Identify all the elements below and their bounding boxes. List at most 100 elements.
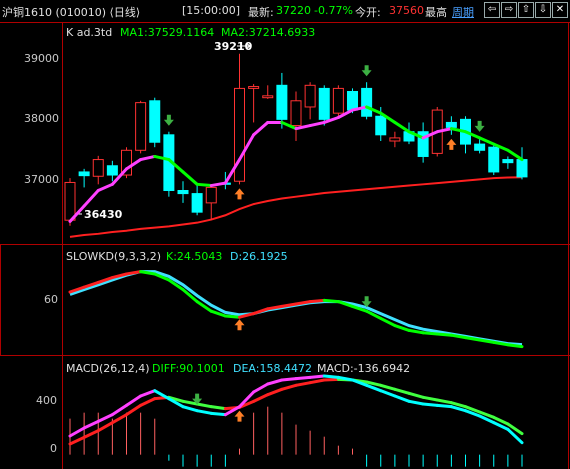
- kd-k-line-segment: [506, 343, 524, 349]
- candle: [516, 147, 528, 180]
- macd-dea-line-segment: [125, 403, 143, 417]
- y-label-38000: 38000: [24, 112, 59, 125]
- candle: [502, 156, 514, 169]
- kd-d-line: [69, 270, 523, 347]
- ma2-line-segment: [308, 120, 326, 128]
- candle: [488, 144, 500, 176]
- macd-diff-line-segment: [96, 413, 114, 423]
- macd-diff-line-segment: [421, 402, 439, 407]
- up-arrow-icon: [234, 188, 245, 200]
- down-arrow-icon: [163, 114, 174, 126]
- up-arrow-icon: [446, 138, 457, 150]
- macd-diff-line-segment: [266, 378, 284, 386]
- macd-diff-line-segment: [209, 411, 227, 417]
- candle: [177, 181, 189, 203]
- candle: [276, 72, 288, 129]
- candle: [318, 85, 330, 126]
- candle-body: [205, 186, 217, 204]
- y-label-39000: 39000: [24, 52, 59, 65]
- candle-body: [318, 87, 330, 120]
- ma2-line-segment: [506, 148, 524, 162]
- ma2-line-segment: [181, 170, 199, 186]
- macd-dea-line-segment: [68, 435, 86, 446]
- candle: [135, 100, 147, 154]
- long-ma-line: [69, 176, 523, 238]
- candle-body: [135, 102, 147, 151]
- candle-body: [92, 159, 104, 177]
- macd-dea-line-segment: [322, 377, 340, 382]
- macd-diff-line-segment: [435, 403, 453, 409]
- macd-diff-line-segment: [181, 405, 199, 413]
- candle-body: [488, 146, 500, 173]
- macd-y-label-0: 0: [50, 442, 57, 455]
- candle-body: [78, 171, 90, 177]
- candle: [191, 184, 203, 216]
- ma2-line-segment: [478, 136, 496, 146]
- candle-body: [106, 165, 118, 176]
- macd-dea-line-segment: [195, 402, 213, 409]
- candle-body: [276, 84, 288, 120]
- candle-body: [389, 137, 401, 142]
- macd-y-label-400: 400: [36, 394, 57, 407]
- ma2-line-segment: [252, 120, 270, 137]
- macd-diff-line-segment: [308, 374, 326, 379]
- kd-k-line-segment: [223, 314, 241, 319]
- macd-diff-line-segment: [322, 374, 340, 379]
- main-panel-plot: [64, 53, 528, 238]
- macd-diff-line-segment: [280, 377, 298, 382]
- kd-d-legend: D:26.1925: [230, 250, 288, 263]
- macd-diff-line-segment: [252, 382, 270, 394]
- up-arrow-icon: [234, 410, 245, 422]
- macd-diff-line-segment: [139, 389, 157, 398]
- macd-diff-line-segment: [125, 394, 143, 407]
- macd-panel-plot: [68, 374, 524, 467]
- candle: [78, 168, 90, 188]
- candle-body: [149, 100, 161, 143]
- macd-dea-line-segment: [379, 383, 397, 391]
- kd-k-line-segment: [421, 331, 439, 336]
- ma1-legend: MA1:37529.1164: [120, 26, 214, 39]
- up-arrow-icon: [234, 319, 245, 331]
- candle: [205, 185, 217, 221]
- macd-dea-line-segment: [82, 429, 100, 439]
- chart-area[interactable]: K ad.3td MA1:37529.1164 MA2:37214.6933 3…: [0, 0, 570, 469]
- macd-value-legend: MACD:-136.6942: [317, 362, 410, 375]
- macd-diff-line-segment: [379, 389, 397, 398]
- macd-dea-line-segment: [266, 387, 284, 397]
- candle-body: [347, 91, 358, 111]
- ma2-line-segment: [139, 154, 157, 162]
- ma2-line-segment: [96, 182, 114, 192]
- down-arrow-icon: [474, 120, 485, 132]
- macd-dea-line-segment: [308, 378, 326, 385]
- candle-body: [445, 121, 457, 128]
- macd-diff-line-segment: [294, 375, 312, 381]
- macd-diff-line-segment: [68, 426, 86, 438]
- low-mark-label: 36430: [84, 208, 123, 221]
- candle-body: [177, 190, 189, 195]
- macd-diff-line-segment: [195, 409, 213, 415]
- candle-body: [191, 193, 203, 213]
- macd-dea-line-segment: [407, 391, 425, 399]
- candle-body: [262, 95, 274, 99]
- candle-body: [375, 115, 387, 136]
- ma2-legend: MA2:37214.6933: [221, 26, 315, 39]
- ma2-line-segment: [393, 120, 411, 134]
- candle-body: [64, 181, 76, 221]
- candle-body: [290, 100, 302, 127]
- macd-dea-line-segment: [435, 398, 453, 405]
- candle: [106, 160, 118, 182]
- kd-k-line-segment: [308, 298, 326, 304]
- kd-title: SLOWKD(9,3,3,2): [66, 250, 161, 263]
- candle-body: [474, 143, 486, 151]
- candle: [417, 122, 429, 163]
- macd-dea-line-segment: [96, 421, 114, 433]
- candle-body: [304, 84, 316, 108]
- candle-body: [361, 87, 373, 117]
- candle: [332, 85, 344, 117]
- macd-diff-line-segment: [82, 419, 100, 430]
- down-arrow-icon: [361, 65, 372, 77]
- kd-panel-plot: [68, 270, 524, 349]
- candle: [290, 91, 302, 141]
- kd-y-label-60: 60: [44, 293, 58, 306]
- candle: [262, 85, 274, 99]
